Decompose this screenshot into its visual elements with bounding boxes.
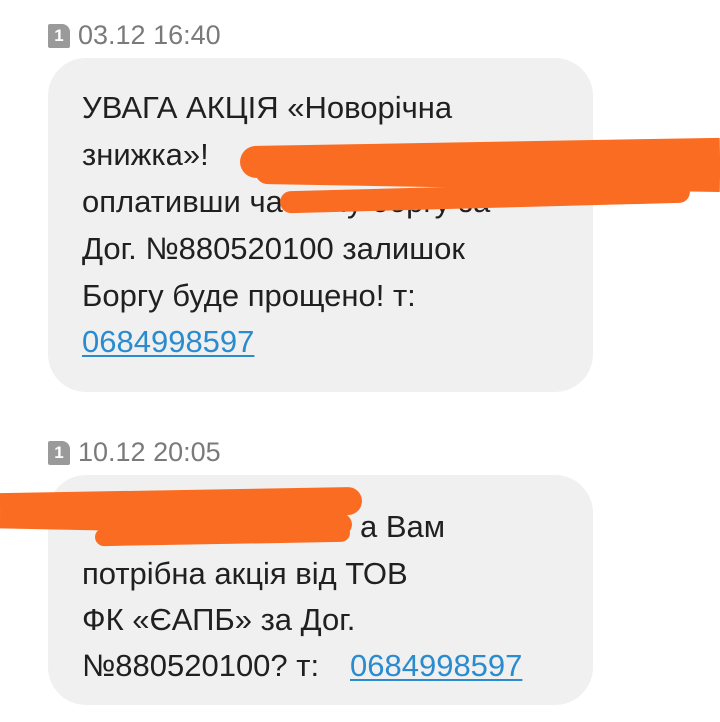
message-text-line: №880520100? т: xyxy=(82,648,320,683)
sim-card-icon: 1 xyxy=(48,441,70,465)
message-text-line: а Вам xyxy=(360,509,446,544)
message-text-line: знижка»! xyxy=(82,137,209,172)
message-text-line: Дог. №880520100 залишок xyxy=(82,231,465,266)
message-header-2: 1 10.12 20:05 xyxy=(48,437,221,468)
message-text-line: Боргу буде прощено! т: xyxy=(82,278,416,313)
sim-card-icon: 1 xyxy=(48,24,70,48)
message-bubble-2[interactable]: а Вам потрібна акція від ТОВ ФК «ЄАПБ» з… xyxy=(48,475,593,705)
message-text-line: УВАГА АКЦІЯ «Новорічна xyxy=(82,90,453,125)
message-header-1: 1 03.12 16:40 xyxy=(48,20,221,51)
phone-link[interactable]: 0684998597 xyxy=(350,648,522,684)
phone-link[interactable]: 0684998597 xyxy=(82,324,254,360)
message-bubble-1[interactable]: УВАГА АКЦІЯ «Новорічна знижка»! оплативш… xyxy=(48,58,593,392)
message-timestamp: 10.12 20:05 xyxy=(78,437,221,467)
message-text-line: ФК «ЄАПБ» за Дог. xyxy=(82,602,356,637)
message-timestamp: 03.12 16:40 xyxy=(78,20,221,50)
message-text-line: потрібна акція від ТОВ xyxy=(82,556,408,591)
message-text-line: оплативши частину боргу за xyxy=(82,184,491,219)
